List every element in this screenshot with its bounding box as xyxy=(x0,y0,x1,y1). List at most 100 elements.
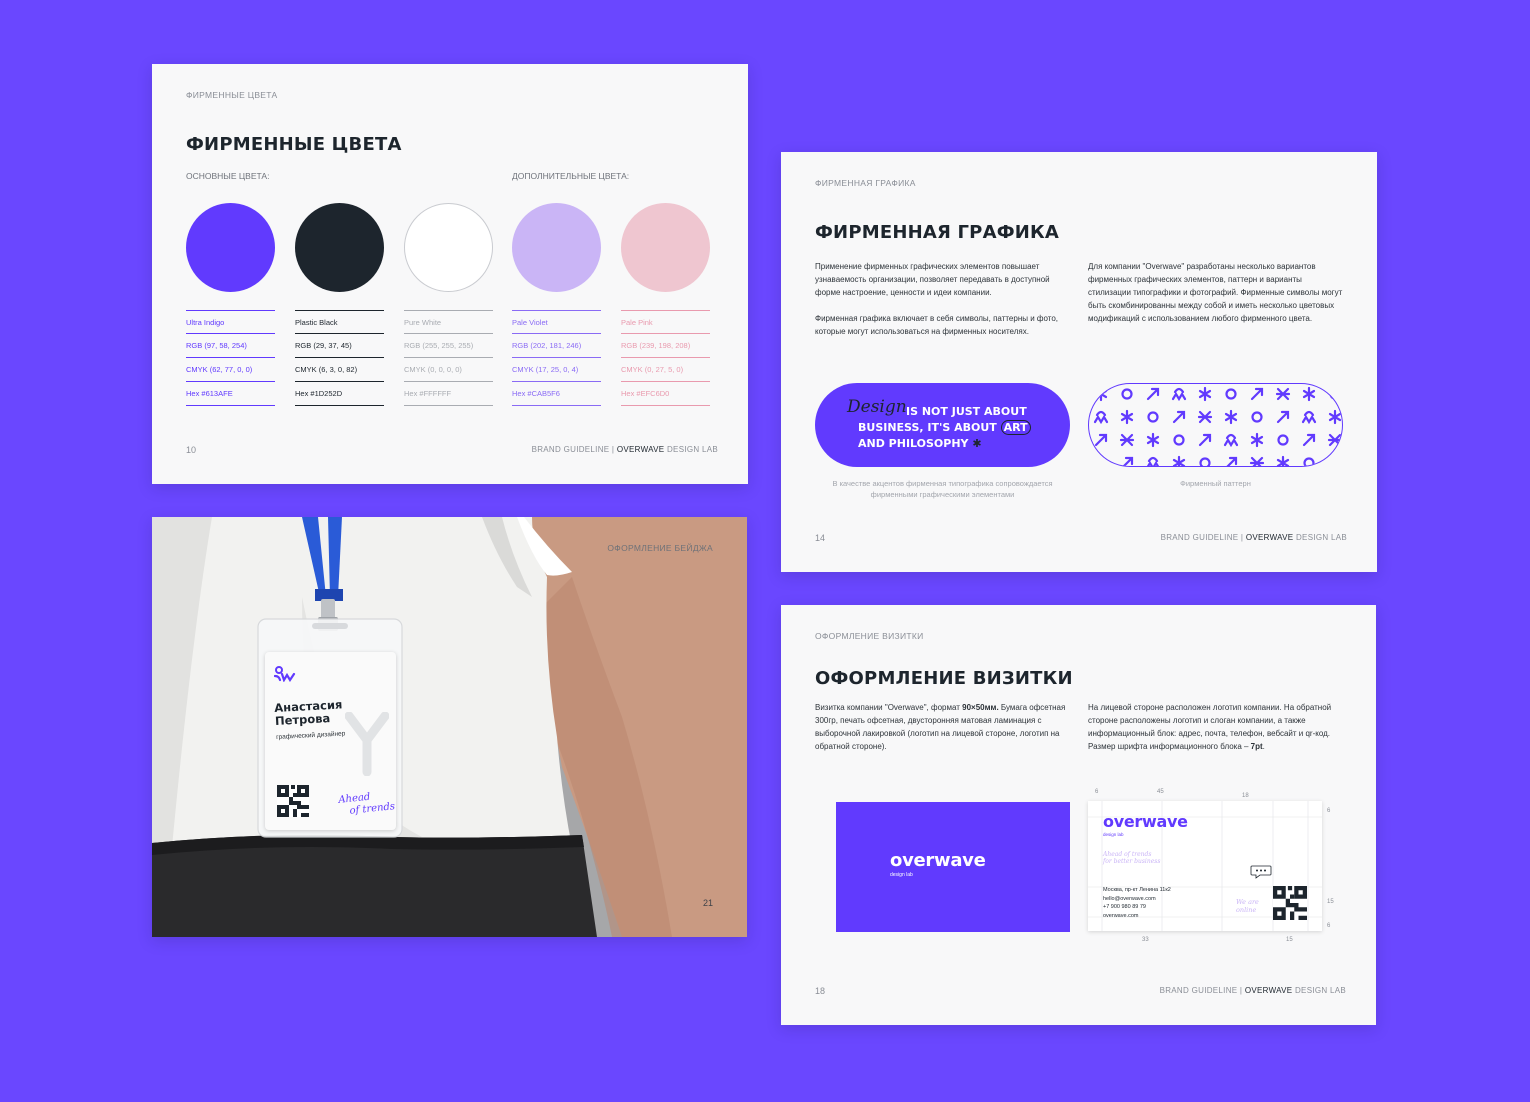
qr-code-icon xyxy=(277,785,309,817)
badge-slide: Анастасия Петрова графический дизайнер A… xyxy=(152,517,747,937)
badge-slogan: Ahead of trends xyxy=(338,789,396,819)
slogan-line3: AND PHILOSOPHY xyxy=(858,437,969,450)
paragraph-left-a: Визитка компании "Overwave", формат xyxy=(815,703,963,712)
color-spec: Pure White RGB (255, 255, 255) CMYK (0, 0,… xyxy=(404,310,493,406)
pattern-person-icon xyxy=(1146,456,1160,466)
card-back: overwave design lab Ahead of trends for … xyxy=(1088,801,1322,931)
pattern-x-icon xyxy=(1249,456,1265,466)
slogan-line1: IS NOT JUST ABOUT xyxy=(906,405,1027,418)
color-spec: Plastic Black RGB (29, 37, 45) CMYK (6, 3,… xyxy=(295,310,384,406)
color-cmyk: CMYK (17, 25, 0, 4) xyxy=(512,358,601,382)
slide-eyebrow: ОФОРМЛЕНИЕ БЕЙДЖА xyxy=(607,543,713,553)
pattern-asterisk-icon xyxy=(1250,432,1264,448)
card-we-are: We are xyxy=(1236,898,1259,906)
caption-left: В качестве акцентов фирменная типографик… xyxy=(832,479,1053,499)
pattern-asterisk-icon xyxy=(1198,386,1212,402)
footer-design-lab: DESIGN LAB xyxy=(664,445,718,454)
color-swatch xyxy=(621,203,710,292)
pattern-person-icon xyxy=(1301,410,1317,425)
colors-slide: ФИРМЕННЫЕ ЦВЕТА ФИРМЕННЫЕ ЦВЕТА ОСНОВНЫЕ… xyxy=(152,64,748,484)
footer-overwave: OVERWAVE xyxy=(1244,986,1293,995)
paragraph-right-bold: 7pt xyxy=(1250,742,1263,751)
page-number: 21 xyxy=(702,898,713,908)
card-front: overwave design lab xyxy=(836,802,1070,932)
pattern-person-icon xyxy=(1223,433,1239,448)
card-back-slogan-2: for better business xyxy=(1103,858,1161,865)
paragraph-right-a: На лицевой стороне расположен логотип ко… xyxy=(1088,703,1332,751)
pattern-arrow-icon xyxy=(1146,387,1160,401)
pattern-arrow-icon xyxy=(1330,456,1342,466)
color-name: Pale Pink xyxy=(621,310,710,334)
pattern-asterisk-icon xyxy=(1120,409,1134,425)
footer-overwave: OVERWAVE xyxy=(1245,533,1294,542)
dim-label: 33 xyxy=(1142,937,1149,943)
footer-design-lab: DESIGN LAB xyxy=(1293,533,1347,542)
card-address: Москва, пр-кт Ленина 11к2 xyxy=(1103,887,1171,893)
pattern-asterisk-icon xyxy=(1172,455,1186,466)
footer-design-lab: DESIGN LAB xyxy=(1292,986,1346,995)
pattern-arrow-icon xyxy=(1302,433,1316,447)
primary-colors-label: ОСНОВНЫЕ ЦВЕТА: xyxy=(186,171,270,181)
slogan-line2: BUSINESS, IT'S ABOUT xyxy=(858,421,1001,434)
pattern-circle-icon xyxy=(1095,457,1107,466)
footer-overwave: OVERWAVE xyxy=(616,445,665,454)
card-back-slogan: Ahead of trends for better business xyxy=(1103,851,1160,865)
card-back-logo-sub: design lab xyxy=(1103,832,1124,837)
dim-label: 6 xyxy=(1327,923,1331,929)
footer-brand-guideline: BRAND GUIDELINE | xyxy=(531,445,617,454)
color-swatch xyxy=(404,203,493,292)
badge-last-name: Петрова xyxy=(274,711,331,728)
pattern-asterisk-icon xyxy=(1146,432,1160,448)
paragraph-left-2: Фирменная графика включает в себя символ… xyxy=(815,314,1059,336)
footer-brand-guideline: BRAND GUIDELINE | xyxy=(1160,533,1246,542)
card-we-are-online: We are online xyxy=(1236,898,1259,914)
color-cmyk: CMYK (0, 27, 5, 0) xyxy=(621,358,710,382)
card-contacts: Москва, пр-кт Ленина 11к2 hello@overwave… xyxy=(1103,886,1171,920)
slide-eyebrow: ФИРМЕННАЯ ГРАФИКА xyxy=(815,178,916,188)
page-number: 18 xyxy=(815,986,826,996)
business-card-slide: ОФОРМЛЕНИЕ ВИЗИТКИ ОФОРМЛЕНИЕ ВИЗИТКИ Ви… xyxy=(781,605,1376,1025)
secondary-colors-label: ДОПОЛНИТЕЛЬНЫЕ ЦВЕТА: xyxy=(512,171,630,181)
color-hex: Hex #FFFFFF xyxy=(404,382,493,406)
paragraph-left-1: Применение фирменных графических элемент… xyxy=(815,262,1050,297)
chat-bubble-icon xyxy=(1250,865,1272,879)
pattern-asterisk-icon xyxy=(1302,386,1316,402)
card-logo-sub: design lab xyxy=(890,872,913,878)
pattern-circle-icon xyxy=(1199,457,1211,466)
pattern-circle-icon xyxy=(1121,388,1133,400)
card-qr-code-icon xyxy=(1273,886,1307,920)
slide-title: ФИРМЕННЫЕ ЦВЕТА xyxy=(186,134,402,155)
pattern-asterisk-icon xyxy=(1224,409,1238,425)
dim-label: 6 xyxy=(1095,789,1099,795)
pattern-arrow-icon xyxy=(1276,410,1290,424)
paragraph-left-bold: 90×50мм. xyxy=(962,703,999,712)
pattern-circle-icon xyxy=(1251,411,1263,423)
card-phone: +7 900 980 89 79 xyxy=(1103,904,1146,910)
color-swatch xyxy=(186,203,275,292)
caption-right: Фирменный паттерн xyxy=(1180,479,1251,488)
color-name: Pale Violet xyxy=(512,310,601,334)
pattern-circle-icon xyxy=(1147,411,1159,423)
pattern-person-icon xyxy=(1093,410,1109,425)
card-online: online xyxy=(1236,906,1257,914)
pattern-circle-icon xyxy=(1277,434,1289,446)
page-number: 10 xyxy=(186,445,197,455)
dim-label: 6 xyxy=(1327,808,1331,814)
paragraph-right: Для компании "Overwave" разработаны неск… xyxy=(1088,262,1343,323)
pattern-x-icon xyxy=(1119,433,1135,447)
typography-pill: Design IS NOT JUST ABOUT BUSINESS, IT'S … xyxy=(815,383,1070,467)
color-hex: Hex #CAB5F6 xyxy=(512,382,601,406)
pattern-arrow-icon xyxy=(1122,456,1134,466)
color-swatch xyxy=(512,203,601,292)
asterisk-graphic-icon xyxy=(345,712,389,776)
slide-eyebrow: ОФОРМЛЕНИЕ ВИЗИТКИ xyxy=(815,631,924,641)
asterisk-icon: ✱ xyxy=(972,437,982,450)
card-email: hello@overwave.com xyxy=(1103,895,1156,902)
slide-footer: BRAND GUIDELINE | OVERWAVE DESIGN LAB xyxy=(532,445,718,454)
paragraph-left: Визитка компании "Overwave", формат 90×5… xyxy=(815,701,1077,753)
pattern-asterisk-icon xyxy=(1276,455,1290,466)
page-number: 14 xyxy=(815,533,826,543)
pattern-asterisk-icon xyxy=(1094,386,1108,402)
dim-label: 45 xyxy=(1157,789,1164,795)
color-name: Plastic Black xyxy=(295,310,384,334)
